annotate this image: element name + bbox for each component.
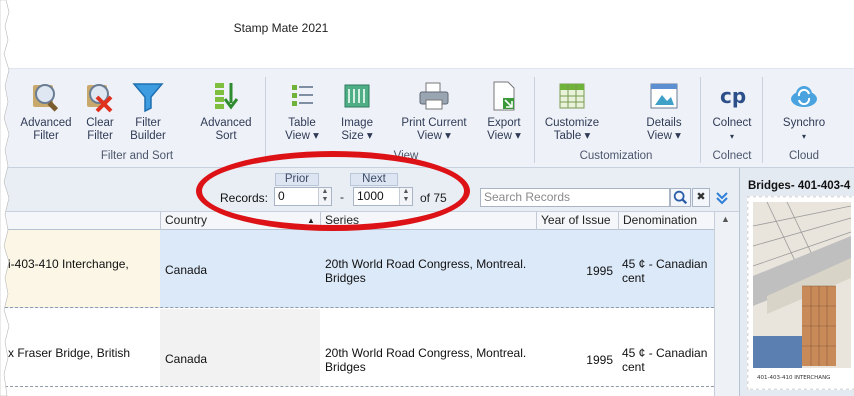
table-scrollbar[interactable]: ▲ [714,212,739,396]
clear-search-icon[interactable]: ✖ [692,188,710,207]
clear-filter-icon [83,79,117,113]
cell-series: 20th World Road Congress, Montreal. Brid… [325,346,527,374]
highlight-oval [196,151,470,231]
cell-country: Canada [160,309,320,386]
details-panel: Bridges- 401-403-4 401-403-410 INTERCHAN… [739,168,854,396]
cell-year: 1995 [586,264,613,278]
advanced-filter-button[interactable]: Advanced Filter [18,79,74,143]
torn-edge [0,0,14,396]
table-grid-icon [555,79,589,113]
table-view-button[interactable]: Table View ▾ [280,79,324,143]
scroll-up-icon[interactable]: ▲ [721,214,730,224]
funnel-icon [131,79,165,113]
search-icon[interactable] [670,188,691,207]
list-view-icon [285,79,319,113]
table-row[interactable]: x Fraser Bridge, British Canada 20th Wor… [0,309,714,387]
colnect-logo-icon: cp [715,79,749,113]
ribbon-divider [534,77,535,163]
magnifier-filter-icon [29,79,63,113]
filter-builder-button[interactable]: Filter Builder [124,79,172,143]
ribbon-divider [700,77,701,163]
collapse-arrow-icon[interactable] [714,190,730,206]
clear-filter-button[interactable]: Clear Filter [78,79,122,143]
synchro-button[interactable]: Synchro ▾ [776,79,832,143]
cell-country: Canada [165,263,208,277]
image-size-button[interactable]: Image Size ▾ [334,79,380,143]
export-document-icon [487,79,521,113]
details-window-icon [647,79,681,113]
cell-name: x Fraser Bridge, British [0,309,160,386]
ribbon-divider [265,77,266,163]
print-current-view-button[interactable]: Print Current View ▾ [396,79,472,143]
window-title: Stamp Mate 2021 [233,21,329,35]
cell-denomination: 45 ¢ - Canadian cent [622,346,708,374]
cell-series: 20th World Road Congress, Montreal. Brid… [325,257,527,285]
svg-text:cp: cp [720,84,746,108]
cloud-sync-icon [787,79,821,113]
stamp-caption: 401-403-410 INTERCHANG [757,375,830,381]
sort-arrow-icon [209,79,243,113]
details-title: Bridges- 401-403-4 [748,180,851,192]
advanced-sort-button[interactable]: Advanced Sort [196,79,256,143]
cell-name: i-403-410 Interchange, [0,230,160,307]
customize-table-button[interactable]: Customize Table ▾ [540,79,604,143]
printer-icon [417,79,451,113]
column-header-year[interactable]: Year of Issue [536,212,618,230]
group-cloud: Cloud [788,150,820,162]
image-grid-icon [340,79,374,113]
group-customization: Customization [579,150,653,162]
group-filter-sort: Filter and Sort [100,150,174,162]
group-colnect: Colnect [712,150,752,162]
table-row[interactable]: i-403-410 Interchange, Canada 20th World… [0,230,714,308]
cell-denomination: 45 ¢ - Canadian cent [622,257,708,285]
ribbon: Advanced Filter Clear Filter Filter Buil… [0,68,854,168]
export-view-button[interactable]: Export View ▾ [482,79,526,143]
ribbon-divider [762,77,763,163]
colnect-button[interactable]: cp Colnect ▾ [708,79,756,143]
column-header-denomination[interactable]: Denomination [618,212,714,230]
column-header-name[interactable] [0,212,160,230]
cell-year: 1995 [586,353,613,367]
stamp-image: 401-403-410 INTERCHANG [747,196,854,390]
details-view-button[interactable]: Details View ▾ [636,79,692,143]
search-records-input[interactable]: Search Records [480,188,670,207]
title-bar: Stamp Mate 2021 [0,0,854,68]
